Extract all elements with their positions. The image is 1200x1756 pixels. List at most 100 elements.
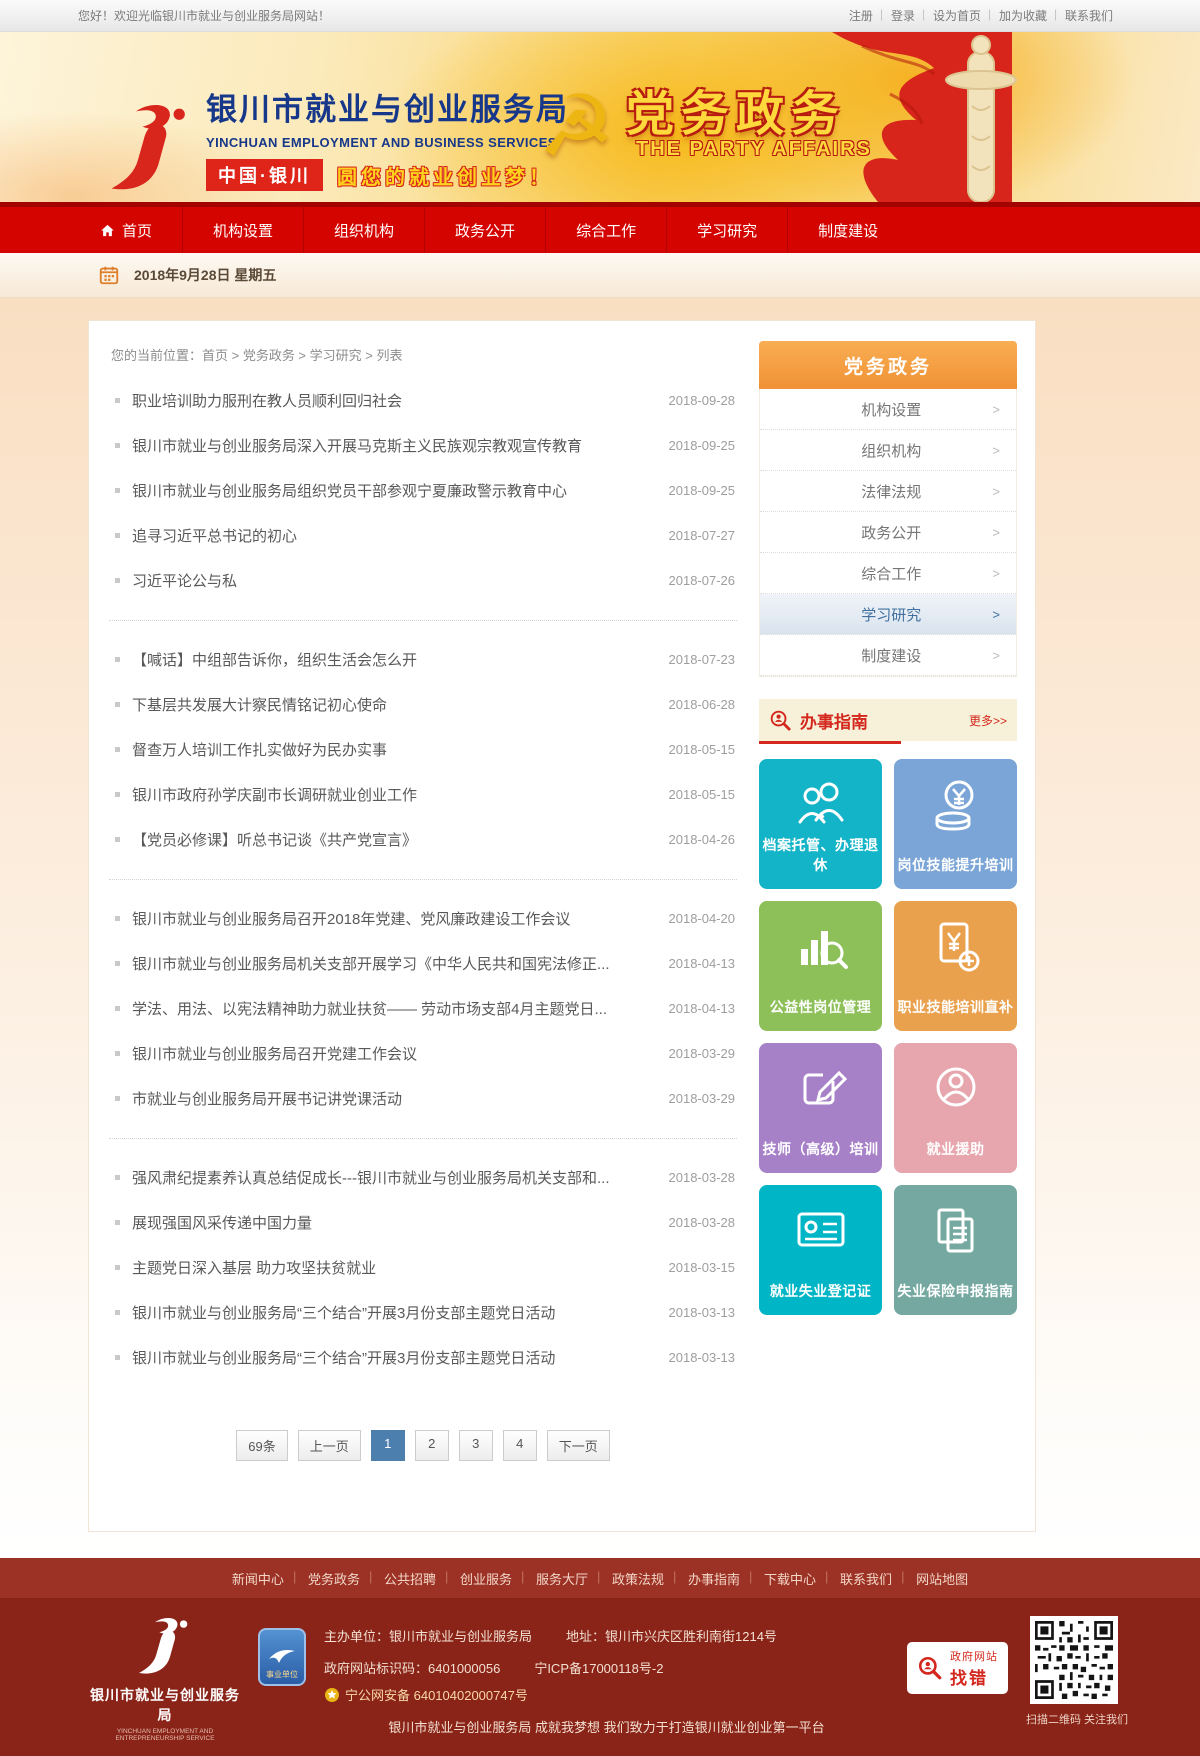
- service-tiles: 档案托管、办理退休 岗位技能提升培训 公益性岗位管理: [759, 759, 1017, 1315]
- pagination-button[interactable]: 4: [503, 1430, 537, 1461]
- footer-link[interactable]: 办事指南: [676, 1569, 752, 1588]
- bullet-icon: [115, 916, 120, 921]
- article-link[interactable]: 职业培训助力服刑在教人员顺利回归社会: [132, 390, 653, 411]
- footer-link[interactable]: 政策法规: [600, 1569, 676, 1588]
- service-tile[interactable]: 失业保险申报指南: [894, 1185, 1017, 1315]
- sidebar-item[interactable]: 综合工作 >: [760, 553, 1016, 594]
- article-date: 2018-04-13: [669, 1001, 736, 1016]
- article-link[interactable]: 银川市就业与创业服务局“三个结合”开展3月份支部主题党日活动: [132, 1347, 653, 1368]
- article-link[interactable]: 市就业与创业服务局开展书记讲党课活动: [132, 1088, 653, 1109]
- nav-item[interactable]: 制度建设: [787, 207, 908, 253]
- sidebar-item[interactable]: 机构设置 >: [760, 389, 1016, 430]
- bullet-icon: [115, 747, 120, 752]
- nav-item[interactable]: 机构设置: [182, 207, 303, 253]
- police-record-text: 宁公网安备 64010402000747号: [345, 1685, 528, 1704]
- date-bar: 2018年9月28日 星期五: [0, 253, 1200, 298]
- article-link[interactable]: 银川市就业与创业服务局召开2018年党建、党风廉政建设工作会议: [132, 908, 653, 929]
- nav-item[interactable]: 政务公开: [424, 207, 545, 253]
- police-record-link[interactable]: 宁公网安备 64010402000747号: [324, 1685, 528, 1704]
- pagination-button[interactable]: 2: [415, 1430, 449, 1461]
- topbar-link[interactable]: 加为收藏: [990, 7, 1056, 24]
- service-tile[interactable]: 技师（高级）培训: [759, 1043, 882, 1173]
- topbar-link[interactable]: 注册: [840, 7, 882, 24]
- service-tile[interactable]: 就业援助: [894, 1043, 1017, 1173]
- footer-link[interactable]: 党务政务: [296, 1569, 372, 1588]
- service-tile[interactable]: 档案托管、办理退休: [759, 759, 882, 889]
- footer-link[interactable]: 创业服务: [448, 1569, 524, 1588]
- sidebar-menu: 机构设置 > 组织机构 > 法律法规 >: [759, 389, 1017, 677]
- group-divider: [109, 620, 737, 621]
- guide-more-link[interactable]: 更多>>: [969, 712, 1007, 729]
- pagination-button[interactable]: 3: [459, 1430, 493, 1461]
- pagination-button[interactable]: 上一页: [298, 1430, 361, 1461]
- nav-item-label: 综合工作: [576, 220, 636, 241]
- chevron-right-icon: >: [992, 566, 1000, 581]
- sidebar-item[interactable]: 法律法规 >: [760, 471, 1016, 512]
- article-link[interactable]: 银川市就业与创业服务局组织党员干部参观宁夏廉政警示教育中心: [132, 480, 653, 501]
- tile-label: 就业援助: [894, 1139, 1017, 1159]
- article-date: 2018-07-26: [669, 573, 736, 588]
- service-tile[interactable]: 岗位技能提升培训: [894, 759, 1017, 889]
- pagination-button[interactable]: 1: [371, 1430, 405, 1461]
- tile-icon: [924, 1057, 988, 1121]
- article-link[interactable]: 强风肃纪提素养认真总结促成长---银川市就业与创业服务局机关支部和...: [132, 1167, 653, 1188]
- chevron-right-icon: >: [992, 484, 1000, 499]
- site-error-report-widget[interactable]: 政府网站 找错: [907, 1642, 1008, 1694]
- police-badge-icon: [324, 1687, 340, 1703]
- footer-link[interactable]: 下载中心: [752, 1569, 828, 1588]
- article-link[interactable]: 追寻习近平总书记的初心: [132, 525, 653, 546]
- article-link[interactable]: 银川市就业与创业服务局机关支部开展学习《中华人民共和国宪法修正...: [132, 953, 653, 974]
- article-row: 银川市就业与创业服务局召开党建工作会议 2018-03-29: [109, 1031, 737, 1076]
- article-link[interactable]: 【喊话】中组部告诉你，组织生活会怎么开: [132, 649, 653, 670]
- article-link[interactable]: 学法、用法、以宪法精神助力就业扶贫—— 劳动市场支部4月主题党日...: [132, 998, 653, 1019]
- topbar-link[interactable]: 设为首页: [924, 7, 990, 24]
- footer-link[interactable]: 联系我们: [828, 1569, 904, 1588]
- article-date: 2018-09-28: [669, 393, 736, 408]
- sidebar-item[interactable]: 制度建设 >: [760, 635, 1016, 676]
- sidebar-item-label: 机构设置: [776, 399, 992, 420]
- breadcrumb[interactable]: 您的当前位置：首页 > 党务政务 > 学习研究 > 列表: [111, 345, 737, 364]
- nav-item[interactable]: 组织机构: [303, 207, 424, 253]
- nav-item[interactable]: 综合工作: [545, 207, 666, 253]
- article-link[interactable]: 下基层共发展大计察民情铭记初心使命: [132, 694, 653, 715]
- article-link[interactable]: 主题党日深入基层 助力攻坚扶贫就业: [132, 1257, 653, 1278]
- sidebar-item-label: 学习研究: [776, 604, 992, 625]
- article-date: 2018-03-28: [669, 1170, 736, 1185]
- sidebar-item[interactable]: 组织机构 >: [760, 430, 1016, 471]
- article-link[interactable]: 银川市政府孙学庆副市长调研就业创业工作: [132, 784, 653, 805]
- bullet-icon: [115, 1051, 120, 1056]
- guide-title: 办事指南: [800, 708, 969, 733]
- article-link[interactable]: 银川市就业与创业服务局召开党建工作会议: [132, 1043, 653, 1064]
- article-link[interactable]: 【党员必修课】听总书记谈《共产党宣言》: [132, 829, 653, 850]
- footer-link[interactable]: 新闻中心: [220, 1569, 296, 1588]
- footer-logo-subtitle: YINCHUAN EMPLOYMENT AND ENTREPRENEURSHIP…: [90, 1728, 240, 1742]
- article-row: 下基层共发展大计察民情铭记初心使命 2018-06-28: [109, 682, 737, 727]
- tile-label: 岗位技能提升培训: [894, 855, 1017, 875]
- article-link[interactable]: 习近平论公与私: [132, 570, 653, 591]
- pagination-button[interactable]: 69条: [236, 1430, 287, 1461]
- footer-link[interactable]: 服务大厅: [524, 1569, 600, 1588]
- bullet-icon: [115, 657, 120, 662]
- article-link[interactable]: 银川市就业与创业服务局“三个结合”开展3月份支部主题党日活动: [132, 1302, 653, 1323]
- article-link[interactable]: 展现强国风采传递中国力量: [132, 1212, 653, 1233]
- topbar-link[interactable]: 联系我们: [1056, 7, 1122, 24]
- service-tile[interactable]: 公益性岗位管理: [759, 901, 882, 1031]
- footer-logo: 银川市就业与创业服务局 YINCHUAN EMPLOYMENT AND ENTR…: [90, 1616, 240, 1742]
- main-nav: 首页 机构设置 组织机构 政务公开: [0, 202, 1200, 253]
- sidebar-item[interactable]: 学习研究 >: [760, 594, 1016, 635]
- article-link[interactable]: 督查万人培训工作扎实做好为民办实事: [132, 739, 653, 760]
- topbar-link[interactable]: 登录: [882, 7, 924, 24]
- article-link[interactable]: 银川市就业与创业服务局深入开展马克斯主义民族观宗教观宣传教育: [132, 435, 653, 456]
- service-tile[interactable]: 就业失业登记证: [759, 1185, 882, 1315]
- sidebar-item-label: 综合工作: [776, 563, 992, 584]
- error-search-icon: [917, 1655, 943, 1681]
- service-tile[interactable]: 职业技能培训直补: [894, 901, 1017, 1031]
- tile-label: 失业保险申报指南: [894, 1281, 1017, 1301]
- nav-item[interactable]: 学习研究: [666, 207, 787, 253]
- nav-item[interactable]: 首页: [70, 207, 182, 253]
- pagination-button[interactable]: 下一页: [547, 1430, 610, 1461]
- footer-link[interactable]: 公共招聘: [372, 1569, 448, 1588]
- sidebar-item[interactable]: 政务公开 >: [760, 512, 1016, 553]
- topbar-links: 注册登录设为首页加为收藏联系我们: [840, 7, 1122, 24]
- footer-link[interactable]: 网站地图: [904, 1569, 980, 1588]
